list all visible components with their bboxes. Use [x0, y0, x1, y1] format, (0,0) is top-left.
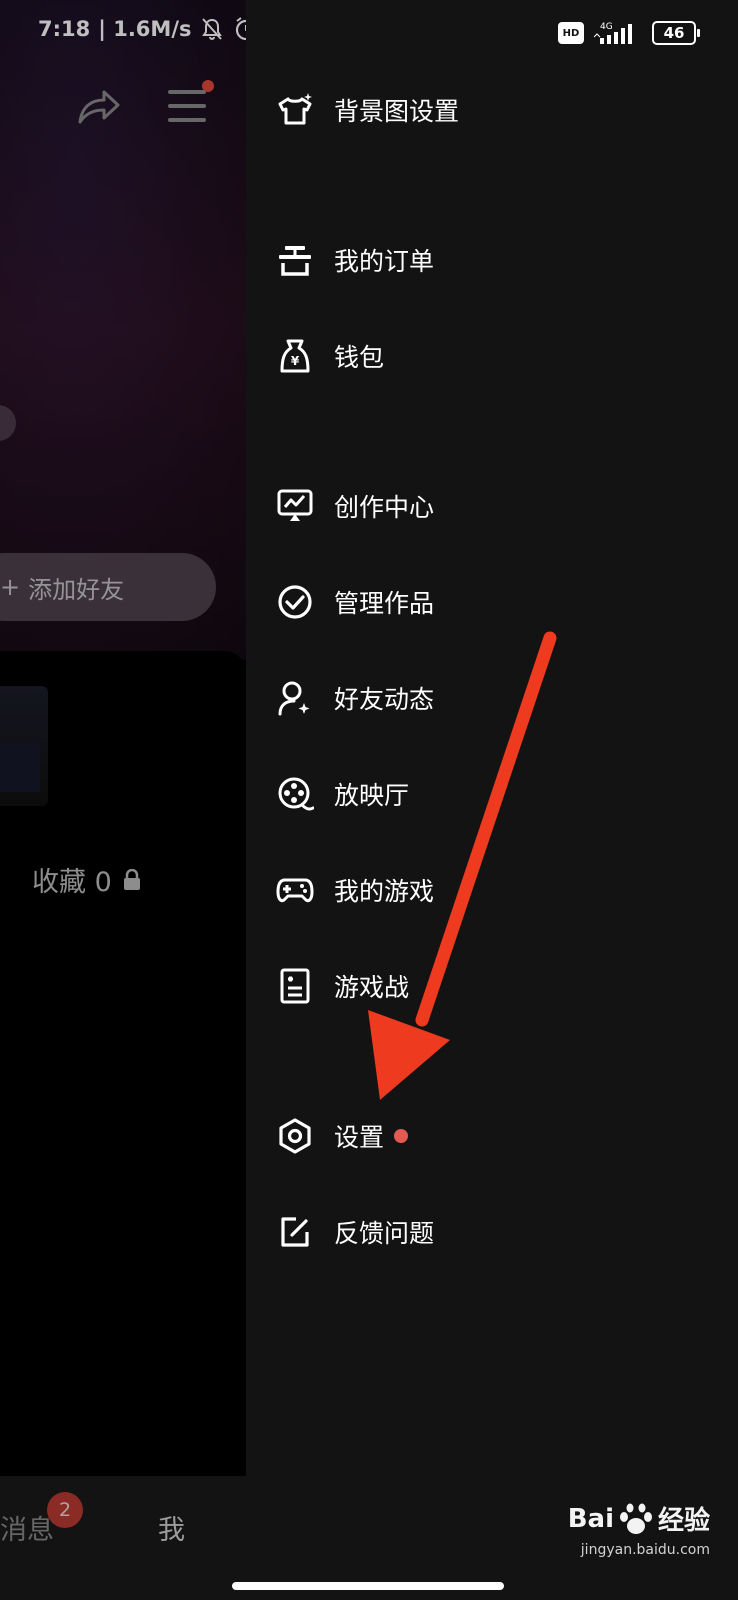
order-icon [279, 246, 311, 276]
hd-badge: HD [558, 22, 584, 44]
menu-item-my-orders[interactable]: 我的订单 [276, 232, 434, 288]
home-indicator[interactable] [232, 1582, 504, 1590]
feedback-edit-icon [281, 1217, 309, 1247]
menu-label: 反馈问题 [334, 1219, 435, 1248]
watermark-brand-right: 经验 [657, 1506, 710, 1536]
menu-label: 背景图设置 [334, 97, 460, 126]
tshirt-icon [278, 93, 312, 125]
baidu-paw-icon [619, 1503, 652, 1534]
baidu-jingyan-watermark: Bai 经验 jingyan.baidu.com [567, 1500, 710, 1558]
signal-4g-icon: 4G [594, 22, 632, 44]
game-record-icon [280, 968, 310, 1004]
creator-icon [277, 489, 313, 521]
menu-item-wallet[interactable]: ¥ 钱包 [276, 328, 384, 384]
watermark-brand-left: Bai [567, 1503, 614, 1534]
background-profile-page: 7:18 | 1.6M/s + 添加好友 收藏 0 消息 2 我 [0, 0, 246, 1600]
menu-label: 我的订单 [334, 247, 435, 276]
settings-hex-icon [279, 1118, 311, 1154]
menu-label: 创作中心 [334, 493, 435, 522]
svg-text:¥: ¥ [291, 354, 300, 368]
friend-activity-icon [278, 681, 310, 716]
film-reel-icon [278, 777, 314, 811]
menu-label: 钱包 [334, 343, 385, 372]
menu-item-background-settings[interactable]: 背景图设置 [276, 82, 459, 138]
network-type-label: 4G [600, 22, 613, 32]
watermark-url: jingyan.baidu.com [580, 1542, 710, 1558]
menu-item-feedback[interactable]: 反馈问题 [276, 1204, 434, 1260]
menu-item-manage-works[interactable]: 管理作品 [276, 574, 434, 630]
annotation-arrow [368, 631, 557, 1100]
menu-label: 管理作品 [334, 589, 435, 618]
battery-indicator: 46 [652, 21, 700, 45]
wallet-icon: ¥ [280, 339, 310, 373]
menu-label: 设置 [334, 1123, 385, 1152]
drawer-scrim[interactable] [0, 0, 246, 1600]
status-bar-right: HD 4G 46 [558, 20, 700, 46]
settings-notification-dot [394, 1129, 409, 1143]
check-circle-icon [278, 585, 312, 619]
gamepad-icon [276, 878, 314, 903]
menu-item-creator-center[interactable]: 创作中心 [276, 478, 434, 534]
